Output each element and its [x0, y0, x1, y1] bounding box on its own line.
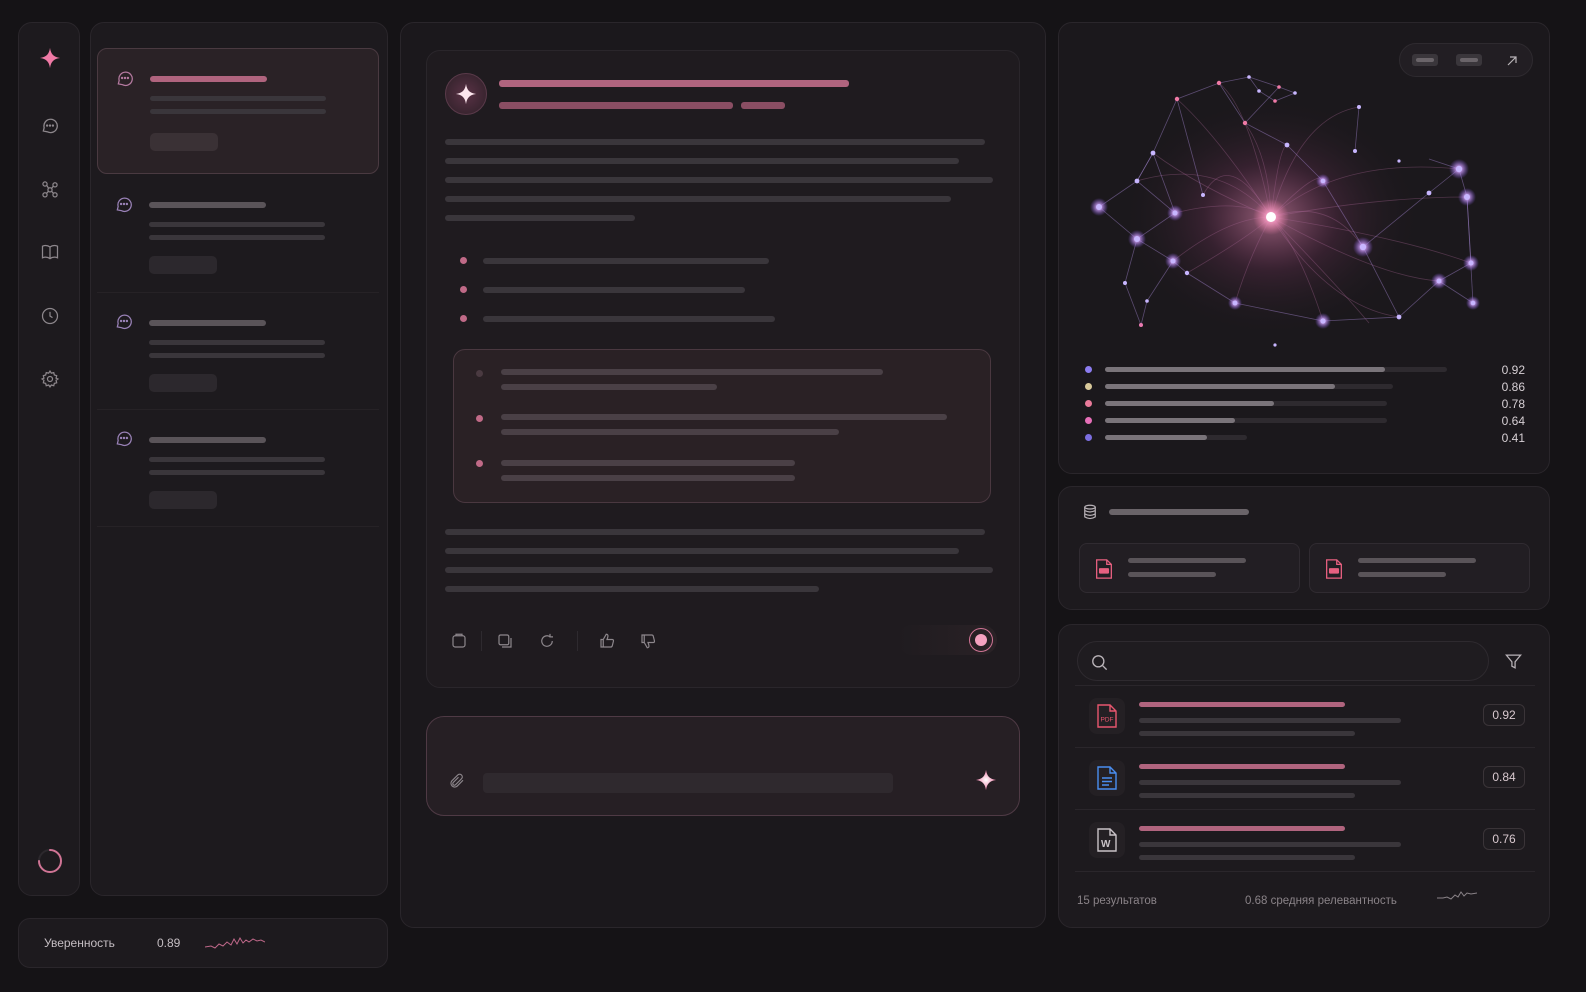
legend-dot [1085, 434, 1092, 441]
conversation-item[interactable] [97, 293, 379, 410]
legend-bar-fill [1105, 384, 1336, 389]
legend-bar-track [1105, 401, 1387, 406]
search-results-panel: PDF 0.92 0.84 W 0.76 15 результатов 0.68… [1058, 624, 1550, 928]
legend-row: 0.41 [1059, 431, 1551, 445]
legend-value: 0.78 [1501, 397, 1525, 411]
chat-bubble-icon [113, 193, 135, 215]
legend-dot [1085, 383, 1092, 390]
result-item[interactable]: PDF 0.92 [1075, 685, 1535, 747]
side-rail [18, 22, 80, 896]
chat-icon[interactable] [38, 114, 62, 138]
assistant-avatar [445, 73, 487, 115]
legend-bar-fill [1105, 401, 1275, 406]
word-file-icon: W [1089, 822, 1125, 858]
pdf-file-icon [1322, 556, 1346, 582]
legend-value: 0.92 [1501, 363, 1525, 377]
search-icon [1088, 651, 1110, 673]
result-item[interactable]: 0.84 [1075, 747, 1535, 809]
chat-bubble-icon [113, 427, 135, 449]
legend-bar-fill [1105, 367, 1386, 372]
legend-row: 0.92 [1059, 363, 1551, 377]
results-count: 15 результатов [1077, 895, 1157, 907]
duplicate-icon[interactable] [493, 629, 517, 653]
conversation-item[interactable] [97, 176, 379, 293]
legend-bar-track [1105, 418, 1387, 423]
nested-block [453, 349, 991, 503]
legend-bar-track [1105, 367, 1447, 372]
settings-icon[interactable] [38, 367, 62, 391]
legend-dot [1085, 400, 1092, 407]
legend-value: 0.86 [1501, 380, 1525, 394]
sparkle-icon[interactable] [37, 45, 63, 71]
legend-bar-fill [1105, 418, 1235, 423]
chat-bubble-icon [114, 67, 136, 89]
conversation-list [90, 22, 388, 896]
chat-bubble-icon [113, 310, 135, 332]
pdf-file-icon: PDF [1089, 698, 1125, 734]
confidence-sparkline [205, 936, 265, 949]
conversation-item[interactable] [97, 48, 379, 174]
legend-bar-track [1105, 384, 1393, 389]
expand-icon[interactable] [1502, 51, 1522, 71]
pdf-file-icon [1092, 556, 1116, 582]
confidence-widget: Уверенность 0.89 [18, 918, 388, 968]
legend-dot [1085, 417, 1092, 424]
mode-toggle[interactable] [897, 625, 997, 655]
legend-row: 0.78 [1059, 397, 1551, 411]
loading-icon [34, 845, 66, 877]
confidence-label: Уверенность [44, 936, 115, 950]
result-item[interactable]: W 0.76 [1075, 809, 1535, 871]
source-card[interactable] [1309, 543, 1530, 593]
search-input[interactable] [1077, 641, 1489, 681]
refresh-icon[interactable] [535, 629, 559, 653]
relevance-score: 0.76 [1483, 828, 1525, 850]
legend-dot [1085, 366, 1092, 373]
attach-icon[interactable] [445, 769, 469, 793]
sources-panel [1058, 486, 1550, 610]
legend-bar-fill [1105, 435, 1208, 440]
word-icon-letter: W [1101, 839, 1111, 850]
confidence-value: 0.89 [157, 936, 181, 950]
knowledge-graph [1090, 75, 1480, 347]
source-card[interactable] [1079, 543, 1300, 593]
message-composer [426, 716, 1020, 816]
history-icon[interactable] [38, 304, 62, 328]
relevance-score: 0.84 [1483, 766, 1525, 788]
knowledge-graph-panel: 0.92 0.86 0.78 0.64 0.41 [1058, 22, 1550, 474]
conversation-item[interactable] [97, 410, 379, 527]
thumbs-down-icon[interactable] [636, 629, 660, 653]
assistant-message [426, 50, 1020, 688]
send-button[interactable] [971, 765, 1001, 795]
document-icon [1089, 760, 1125, 796]
svg-text:PDF: PDF [1101, 717, 1114, 724]
graph-icon[interactable] [38, 177, 62, 201]
thumbs-up-icon[interactable] [595, 629, 619, 653]
relevance-score: 0.92 [1483, 704, 1525, 726]
legend-value: 0.41 [1501, 431, 1525, 445]
average-relevance: 0.68 средняя релевантность [1245, 895, 1397, 907]
legend-row: 0.86 [1059, 380, 1551, 394]
sparkle-icon [455, 83, 477, 105]
filter-icon[interactable] [1501, 649, 1525, 673]
database-icon [1079, 501, 1101, 523]
relevance-sparkline [1437, 891, 1477, 900]
legend-bar-track [1105, 435, 1247, 440]
sparkle-icon [975, 769, 997, 791]
book-icon[interactable] [38, 240, 62, 264]
legend-value: 0.64 [1501, 414, 1525, 428]
message-input[interactable] [483, 773, 893, 793]
copy-icon[interactable] [447, 629, 471, 653]
legend-row: 0.64 [1059, 414, 1551, 428]
